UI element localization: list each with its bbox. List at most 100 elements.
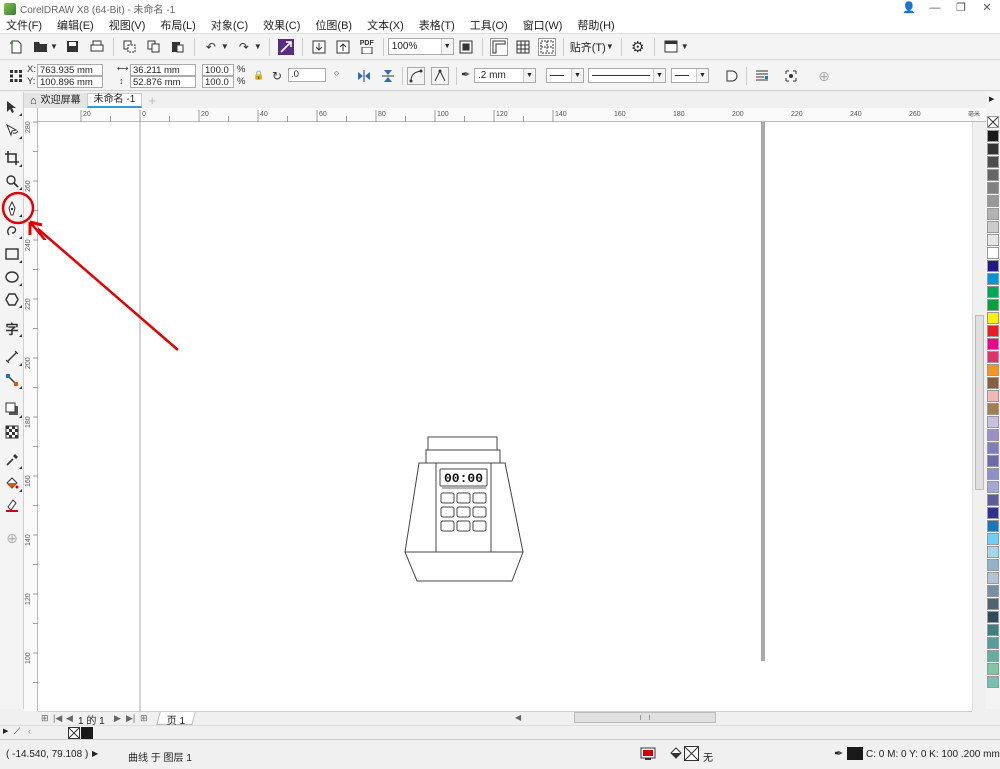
end-arrowhead-combo[interactable]: ▼ bbox=[671, 68, 709, 83]
chevron-down-icon[interactable]: ▼ bbox=[653, 69, 665, 82]
keypad-key[interactable] bbox=[456, 520, 471, 532]
eyedropper-tool-icon[interactable] bbox=[3, 451, 22, 469]
y-position-field[interactable]: 100.896 mm bbox=[37, 76, 103, 88]
application-launcher-icon[interactable] bbox=[662, 38, 680, 56]
previous-page-icon[interactable]: ◀ bbox=[66, 713, 73, 724]
paste-icon[interactable] bbox=[169, 38, 187, 56]
color-swatch[interactable] bbox=[987, 624, 999, 636]
ellipse-tool-icon[interactable] bbox=[3, 268, 22, 286]
register-drawing[interactable]: 00:00 bbox=[404, 436, 524, 582]
register-top-lid[interactable] bbox=[427, 436, 498, 451]
launcher-dropdown-icon[interactable]: ▼ bbox=[681, 42, 689, 51]
color-swatch[interactable] bbox=[987, 169, 999, 181]
reverse-direction-icon[interactable] bbox=[722, 67, 740, 85]
menu-text[interactable]: 文本(X) bbox=[367, 17, 404, 33]
status-flyout-icon[interactable]: ▶ bbox=[92, 749, 98, 758]
color-swatch[interactable] bbox=[987, 195, 999, 207]
color-swatch[interactable] bbox=[987, 377, 999, 389]
tab-page-1[interactable]: 页 1 bbox=[156, 712, 197, 727]
keypad-key[interactable] bbox=[472, 492, 487, 504]
object-origin-icon[interactable] bbox=[7, 67, 25, 85]
connector-tool-icon[interactable] bbox=[3, 371, 22, 389]
snap-to-dropdown-icon[interactable]: ▼ bbox=[606, 42, 614, 51]
parallel-dimension-tool-icon[interactable] bbox=[3, 348, 22, 366]
color-swatch[interactable] bbox=[987, 650, 999, 662]
minimize-button[interactable]: — bbox=[922, 0, 948, 17]
palette-flyout-icon[interactable]: ▶ bbox=[3, 727, 8, 735]
open-dropdown-icon[interactable]: ▼ bbox=[50, 42, 58, 51]
horizontal-scrollbar-thumb[interactable] bbox=[574, 712, 716, 723]
outline-color-swatch[interactable] bbox=[847, 747, 863, 760]
quick-trace-icon[interactable] bbox=[782, 67, 800, 85]
tab-document[interactable]: 未命名 -1 bbox=[86, 93, 143, 108]
save-icon[interactable] bbox=[64, 38, 82, 56]
rectangle-tool-icon[interactable] bbox=[3, 245, 22, 263]
color-swatch[interactable] bbox=[987, 481, 999, 493]
color-swatch[interactable] bbox=[987, 260, 999, 272]
register-top-base[interactable] bbox=[425, 449, 501, 464]
menu-edit[interactable]: 编辑(E) bbox=[57, 17, 94, 33]
width-field[interactable]: 36.211 mm bbox=[130, 64, 196, 76]
color-swatch[interactable] bbox=[987, 585, 999, 597]
import-icon[interactable] bbox=[310, 38, 328, 56]
color-swatch[interactable] bbox=[987, 273, 999, 285]
color-swatch[interactable] bbox=[987, 416, 999, 428]
color-swatch[interactable] bbox=[987, 325, 999, 337]
drawing-canvas[interactable]: 00:00 bbox=[29, 122, 972, 711]
interactive-fill-tool-icon[interactable] bbox=[3, 474, 22, 492]
color-swatch[interactable] bbox=[987, 637, 999, 649]
chevron-down-icon[interactable]: ▼ bbox=[523, 69, 535, 82]
lock-ratio-icon[interactable]: 🔒 bbox=[253, 70, 264, 81]
extract-subpath-icon[interactable] bbox=[431, 67, 449, 85]
vertical-scrollbar-thumb[interactable] bbox=[975, 315, 984, 490]
color-proof-icon[interactable] bbox=[640, 747, 656, 764]
line-style-combo[interactable]: ▼ bbox=[588, 68, 666, 83]
rotation-field[interactable]: .0 bbox=[288, 68, 326, 82]
height-field[interactable]: 52.876 mm bbox=[130, 76, 196, 88]
pick-tool-icon[interactable] bbox=[3, 98, 22, 116]
color-swatch[interactable] bbox=[987, 403, 999, 415]
menu-object[interactable]: 对象(C) bbox=[211, 17, 248, 33]
x-position-field[interactable]: 763.935 mm bbox=[37, 64, 103, 76]
crop-tool-icon[interactable] bbox=[3, 149, 22, 167]
start-arrowhead-combo[interactable]: ▼ bbox=[546, 68, 584, 83]
menu-view[interactable]: 视图(V) bbox=[109, 17, 146, 33]
zoom-level-combo[interactable]: 100% ▼ bbox=[387, 38, 454, 55]
new-document-icon[interactable] bbox=[7, 38, 25, 56]
text-tool-icon[interactable]: 字 bbox=[3, 319, 22, 337]
black-swatch[interactable] bbox=[81, 727, 93, 739]
no-color-swatch[interactable] bbox=[68, 727, 80, 739]
smart-fill-tool-icon[interactable] bbox=[3, 496, 21, 514]
no-fill-swatch[interactable] bbox=[987, 116, 999, 128]
last-page-icon[interactable]: ▶| bbox=[126, 713, 135, 724]
color-swatch[interactable] bbox=[987, 559, 999, 571]
color-swatch[interactable] bbox=[987, 611, 999, 623]
account-icon[interactable]: 👤 bbox=[896, 0, 922, 17]
menu-bitmaps[interactable]: 位图(B) bbox=[315, 17, 352, 33]
color-swatch[interactable] bbox=[987, 533, 999, 545]
color-swatch[interactable] bbox=[987, 468, 999, 480]
full-screen-preview-icon[interactable] bbox=[457, 38, 475, 56]
color-swatch[interactable] bbox=[987, 234, 999, 246]
keypad-key[interactable] bbox=[440, 520, 455, 532]
color-swatch[interactable] bbox=[987, 221, 999, 233]
color-swatch[interactable] bbox=[987, 572, 999, 584]
color-swatch[interactable] bbox=[987, 507, 999, 519]
redo-icon[interactable]: ↷ bbox=[235, 38, 253, 56]
scale-y-field[interactable]: 100.0 bbox=[202, 76, 234, 88]
menu-file[interactable]: 文件(F) bbox=[6, 17, 42, 33]
color-swatch[interactable] bbox=[987, 390, 999, 402]
menu-tools[interactable]: 工具(O) bbox=[470, 17, 508, 33]
color-swatch[interactable] bbox=[987, 143, 999, 155]
color-swatch[interactable] bbox=[987, 299, 999, 311]
color-swatch[interactable] bbox=[987, 494, 999, 506]
show-grid-icon[interactable] bbox=[514, 38, 532, 56]
add-page-after-icon[interactable]: ⊞ bbox=[140, 713, 148, 724]
scroll-left-icon[interactable]: ‹ bbox=[28, 726, 31, 736]
publish-pdf-icon[interactable]: PDF bbox=[358, 38, 376, 56]
transparency-tool-icon[interactable] bbox=[3, 423, 21, 441]
color-swatch[interactable] bbox=[987, 520, 999, 532]
shape-tool-icon[interactable] bbox=[3, 121, 22, 139]
menu-window[interactable]: 窗口(W) bbox=[523, 17, 563, 33]
color-swatch[interactable] bbox=[987, 351, 999, 363]
